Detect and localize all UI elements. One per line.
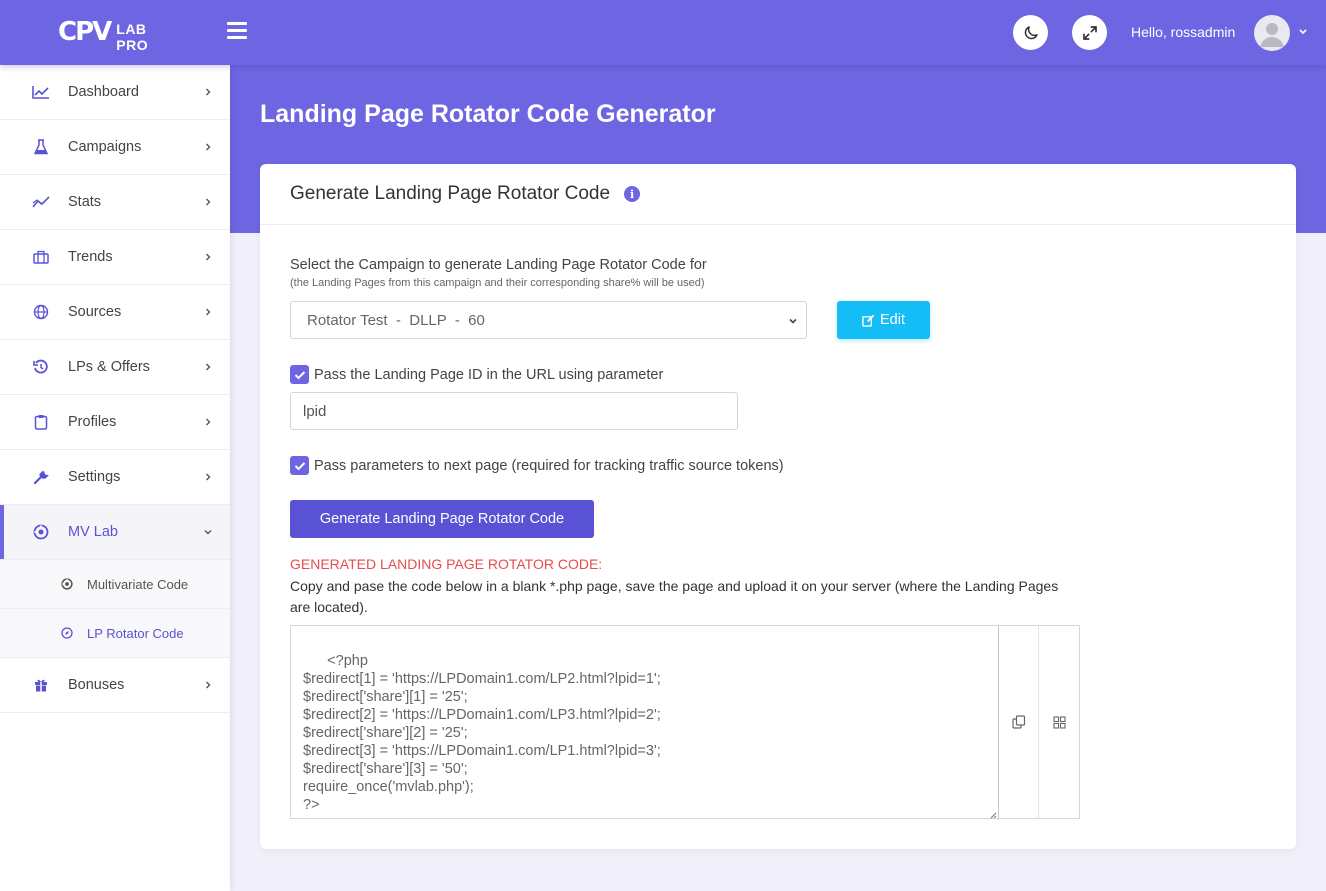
wrench-icon	[32, 468, 50, 486]
resize-grip-icon[interactable]	[989, 811, 997, 819]
sidebar-item-label: Trends	[68, 249, 113, 265]
gift-icon	[32, 676, 50, 694]
sidebar-item-label: Stats	[68, 194, 102, 210]
chevron-right-icon	[206, 473, 211, 481]
sidebar-subitem-multivariate-code[interactable]: Multivariate Code	[0, 560, 230, 609]
chevron-down-icon	[204, 530, 212, 535]
dark-mode-button[interactable]	[1013, 15, 1048, 50]
mvlab-icon	[32, 523, 50, 541]
history-icon	[32, 358, 50, 376]
briefcase-icon	[32, 248, 50, 266]
stats-icon	[32, 193, 50, 211]
lpid-parameter-input[interactable]: lpid	[290, 392, 738, 430]
sidebar-item-label: Sources	[68, 304, 122, 320]
sidebar-item-label: Bonuses	[68, 677, 125, 693]
chart-line-icon	[32, 83, 50, 101]
user-avatar[interactable]	[1254, 15, 1290, 51]
sidebar-item-label: Profiles	[68, 414, 117, 430]
copy-icon	[1012, 715, 1025, 729]
sidebar-item-label: LPs & Offers	[68, 359, 150, 375]
card-title: Generate Landing Page Rotator Code	[290, 183, 611, 204]
top-header: CPV LAB PRO Hello, rossadmin	[0, 0, 1326, 65]
user-icon	[1260, 23, 1284, 47]
sidebar-subitem-label: LP Rotator Code	[87, 625, 184, 641]
copy-code-button[interactable]	[999, 626, 1040, 818]
sidebar: Dashboard Campaigns Stats Trends Sources…	[0, 65, 230, 891]
generated-code-text: <?php $redirect[1] = 'https://LPDomain1.…	[303, 653, 661, 813]
sidebar-item-profiles[interactable]: Profiles	[0, 395, 230, 450]
expand-code-button[interactable]	[1039, 626, 1079, 818]
sidebar-item-label: Dashboard	[68, 84, 139, 100]
chevron-right-icon	[206, 253, 211, 261]
code-output-group: <?php $redirect[1] = 'https://LPDomain1.…	[290, 625, 1080, 820]
sidebar-item-lps-offers[interactable]: LPs & Offers	[0, 340, 230, 395]
mvlab-small-icon	[60, 577, 74, 591]
chevron-down-icon	[789, 318, 797, 324]
menu-toggle-icon[interactable]	[227, 22, 247, 40]
edit-campaign-button[interactable]: Edit	[837, 301, 930, 339]
pass-params-checkbox-row[interactable]: Pass parameters to next page (required f…	[290, 456, 784, 475]
app-logo[interactable]: CPV LAB PRO	[58, 14, 178, 53]
chevron-right-icon	[206, 681, 211, 689]
sidebar-item-settings[interactable]: Settings	[0, 450, 230, 505]
chevron-right-icon	[206, 88, 211, 96]
chevron-right-icon	[206, 418, 211, 426]
sidebar-item-bonuses[interactable]: Bonuses	[0, 658, 230, 713]
sidebar-subitem-label: Multivariate Code	[87, 576, 189, 592]
page-title: Landing Page Rotator Code Generator	[260, 100, 716, 128]
sidebar-item-campaigns[interactable]: Campaigns	[0, 120, 230, 175]
chevron-right-icon	[206, 308, 211, 316]
sidebar-item-stats[interactable]: Stats	[0, 175, 230, 230]
clipboard-icon	[32, 413, 50, 431]
campaign-select-hint: (the Landing Pages from this campaign an…	[290, 277, 705, 289]
moon-icon	[1024, 25, 1038, 39]
chevron-right-icon	[206, 143, 211, 151]
rotator-card: Generate Landing Page Rotator Code i Sel…	[260, 164, 1296, 849]
chevron-down-icon[interactable]	[1298, 27, 1308, 37]
grid-icon	[1052, 715, 1066, 729]
campaign-select-value: Rotator Test - DLLP - 60	[307, 311, 485, 329]
generate-code-button[interactable]: Generate Landing Page Rotator Code	[290, 500, 594, 538]
globe-icon	[32, 303, 50, 321]
chevron-right-icon	[206, 198, 211, 206]
info-icon[interactable]: i	[624, 186, 641, 202]
campaign-select[interactable]: Rotator Test - DLLP - 60	[290, 301, 807, 339]
sidebar-item-label: Campaigns	[68, 139, 142, 155]
pass-lpid-label: Pass the Landing Page ID in the URL usin…	[314, 366, 664, 383]
edit-icon	[862, 314, 875, 327]
expand-icon	[1082, 25, 1097, 40]
fullscreen-button[interactable]	[1072, 15, 1107, 50]
compass-icon	[60, 626, 74, 640]
campaign-select-label: Select the Campaign to generate Landing …	[290, 257, 707, 273]
generated-code-heading: GENERATED LANDING PAGE ROTATOR CODE:	[290, 556, 603, 572]
sidebar-item-label: Settings	[68, 469, 121, 485]
sidebar-item-label: MV Lab	[68, 524, 118, 540]
sidebar-item-mv-lab[interactable]: MV Lab	[0, 505, 230, 560]
generated-code-description: Copy and pase the code below in a blank …	[290, 578, 1059, 615]
pass-params-checkbox[interactable]	[290, 456, 309, 475]
pass-params-label: Pass parameters to next page (required f…	[314, 457, 784, 474]
edit-button-label: Edit	[880, 312, 905, 328]
flask-icon	[32, 138, 50, 156]
generated-code-textarea[interactable]: <?php $redirect[1] = 'https://LPDomain1.…	[291, 626, 1000, 820]
sidebar-item-dashboard[interactable]: Dashboard	[0, 65, 230, 120]
pass-lpid-checkbox-row[interactable]: Pass the Landing Page ID in the URL usin…	[290, 365, 663, 384]
card-header: Generate Landing Page Rotator Code i	[260, 164, 1296, 225]
pass-lpid-checkbox[interactable]	[290, 365, 309, 384]
user-greeting[interactable]: Hello, rossadmin	[1131, 24, 1235, 40]
logo-mark: CPV	[58, 17, 112, 47]
logo-text: LAB PRO	[116, 21, 149, 53]
sidebar-subitem-lp-rotator-code[interactable]: LP Rotator Code	[0, 609, 230, 658]
sidebar-item-sources[interactable]: Sources	[0, 285, 230, 340]
sidebar-item-trends[interactable]: Trends	[0, 230, 230, 285]
chevron-right-icon	[206, 363, 211, 371]
